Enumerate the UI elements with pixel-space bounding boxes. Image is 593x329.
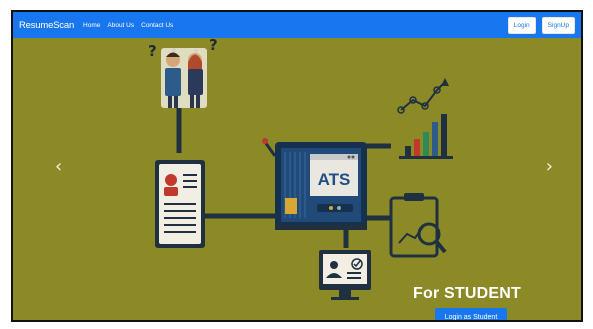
hero-carousel: ? ? ATS ‹ › For STUDENT Login as Student <box>13 38 581 320</box>
resume-icon <box>155 160 205 248</box>
carousel-prev-arrow[interactable]: ‹ <box>55 158 62 176</box>
ats-label: ATS <box>318 170 351 189</box>
analysis-clipboard-icon <box>389 193 447 258</box>
people-icon: ? ? <box>148 38 218 108</box>
svg-text:?: ? <box>148 42 157 60</box>
nav-home-link[interactable]: Home <box>83 22 100 29</box>
hero-illustration: ? ? ATS <box>148 38 453 300</box>
growth-chart-icon <box>397 78 453 159</box>
login-button[interactable]: Login <box>507 17 536 34</box>
nav-about-link[interactable]: About Us <box>107 22 134 29</box>
nav-contact-link[interactable]: Contact Us <box>141 22 173 29</box>
ats-machine-icon: ATS <box>262 138 367 230</box>
nav-actions: Login SignUp <box>507 17 575 34</box>
hero-caption: For STUDENT <box>413 285 521 302</box>
monitor-user-icon <box>319 250 371 300</box>
signup-button[interactable]: SignUp <box>541 17 575 34</box>
navbar: ResumeScan Home About Us Contact Us Logi… <box>13 12 581 38</box>
carousel-next-arrow[interactable]: › <box>546 158 553 176</box>
svg-text:?: ? <box>209 38 218 54</box>
app-frame: ResumeScan Home About Us Contact Us Logi… <box>11 10 583 322</box>
login-as-student-button[interactable]: Login as Student <box>435 308 507 320</box>
brand-logo[interactable]: ResumeScan <box>19 20 74 31</box>
